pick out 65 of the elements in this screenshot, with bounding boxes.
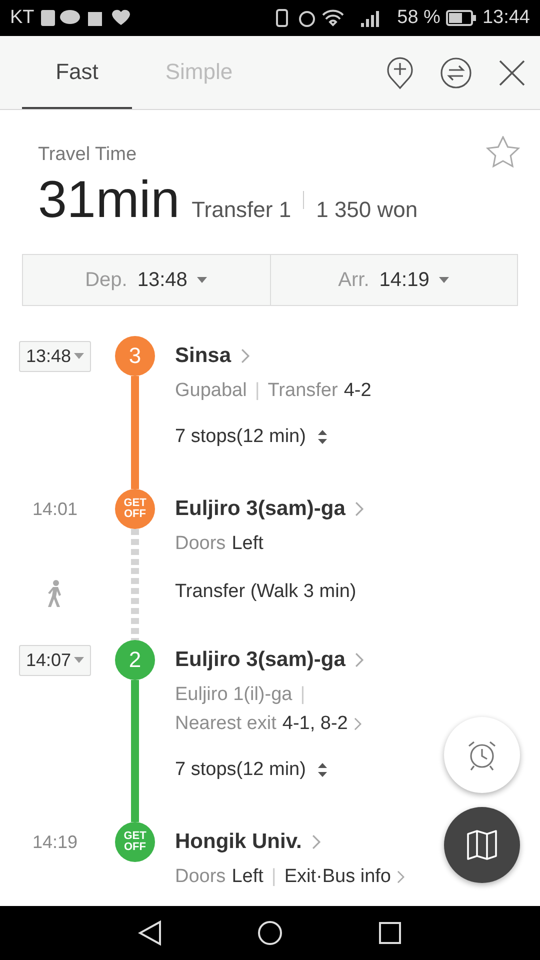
station-info-text: Euljiro 1(il)-ga	[175, 684, 292, 706]
transfer-walk-text: Transfer (Walk 3 min)	[175, 580, 358, 604]
time-value[interactable]: 13:48	[137, 268, 188, 292]
chevron-icon	[312, 834, 322, 850]
get-off-badge: GET OFF	[115, 822, 155, 862]
station-info-text: Transfer	[268, 380, 338, 402]
carrier-text: KT	[10, 7, 34, 29]
station-info-text: 4-2	[344, 380, 372, 402]
stops-toggle[interactable]: 7 stops(12 min)	[175, 752, 540, 788]
station-info-text: Gupabal	[175, 380, 247, 402]
clock-text: 13:44	[482, 7, 530, 29]
divider-text: |	[271, 866, 276, 888]
station-name[interactable]: Hongik Univ.	[175, 830, 302, 854]
fare-text: 1 350 won	[316, 197, 418, 223]
close-icon[interactable]	[499, 60, 525, 86]
chevron-icon	[354, 716, 362, 730]
caret-icon	[439, 277, 450, 283]
station-name[interactable]: Euljiro 3(sam)-ga	[175, 648, 346, 672]
add-location-icon[interactable]	[386, 56, 414, 90]
divider-text: |	[254, 380, 260, 402]
time-dropdown[interactable]: 14:07	[18, 644, 92, 676]
recent-apps-icon[interactable]	[378, 921, 402, 945]
battery-icon	[446, 10, 476, 26]
expand-icon	[318, 763, 327, 777]
stops-toggle[interactable]: 7 stops(12 min)	[175, 419, 540, 455]
duration-text: 31min	[38, 170, 180, 230]
time-value[interactable]: 14:19	[379, 268, 430, 292]
alarm-clock-icon	[466, 739, 498, 771]
home-icon[interactable]	[256, 920, 283, 946]
expand-icon	[318, 430, 327, 444]
chevron-icon	[355, 501, 365, 517]
back-icon[interactable]	[138, 920, 162, 946]
station-info-text: Left	[232, 866, 264, 888]
line-badge: 3	[115, 336, 155, 376]
station-info-text: Left	[232, 532, 264, 554]
star-icon[interactable]	[486, 136, 520, 168]
battery-text: 58 %	[397, 7, 440, 29]
arrival-time: 14:19	[32, 832, 78, 852]
travel-time-label: Travel Time	[38, 144, 137, 166]
map-button[interactable]	[444, 807, 520, 883]
chevron-icon	[396, 870, 406, 884]
time-label: Arr.	[338, 268, 370, 292]
alarm-button[interactable]	[444, 717, 520, 793]
line-badge: 2	[115, 640, 155, 680]
chevron-icon	[241, 348, 251, 364]
tab[interactable]: Fast	[22, 36, 132, 109]
transfer-count-text: Transfer 1	[192, 197, 292, 223]
station-name[interactable]: Sinsa	[175, 344, 232, 368]
caret-icon	[197, 277, 208, 283]
time-label: Dep.	[85, 268, 128, 292]
arrival-time: 14:01	[32, 498, 78, 520]
swap-icon[interactable]	[440, 56, 472, 88]
map-icon	[466, 829, 498, 861]
divider-text: |	[300, 684, 306, 706]
time-dropdown[interactable]: 13:48	[18, 340, 92, 372]
station-info-text: Doors	[175, 866, 226, 888]
caret-icon	[74, 353, 84, 359]
station-info-text: 4-1, 8-2	[282, 712, 348, 734]
station-info-text: Nearest exit	[175, 712, 276, 734]
station-name[interactable]: Euljiro 3(sam)-ga	[175, 497, 346, 521]
station-info-text: Exit·Bus info	[284, 866, 391, 888]
station-info-text: Doors	[175, 532, 226, 554]
chevron-icon	[355, 652, 365, 668]
get-off-badge: GET OFF	[115, 489, 155, 529]
caret-icon	[74, 657, 84, 663]
